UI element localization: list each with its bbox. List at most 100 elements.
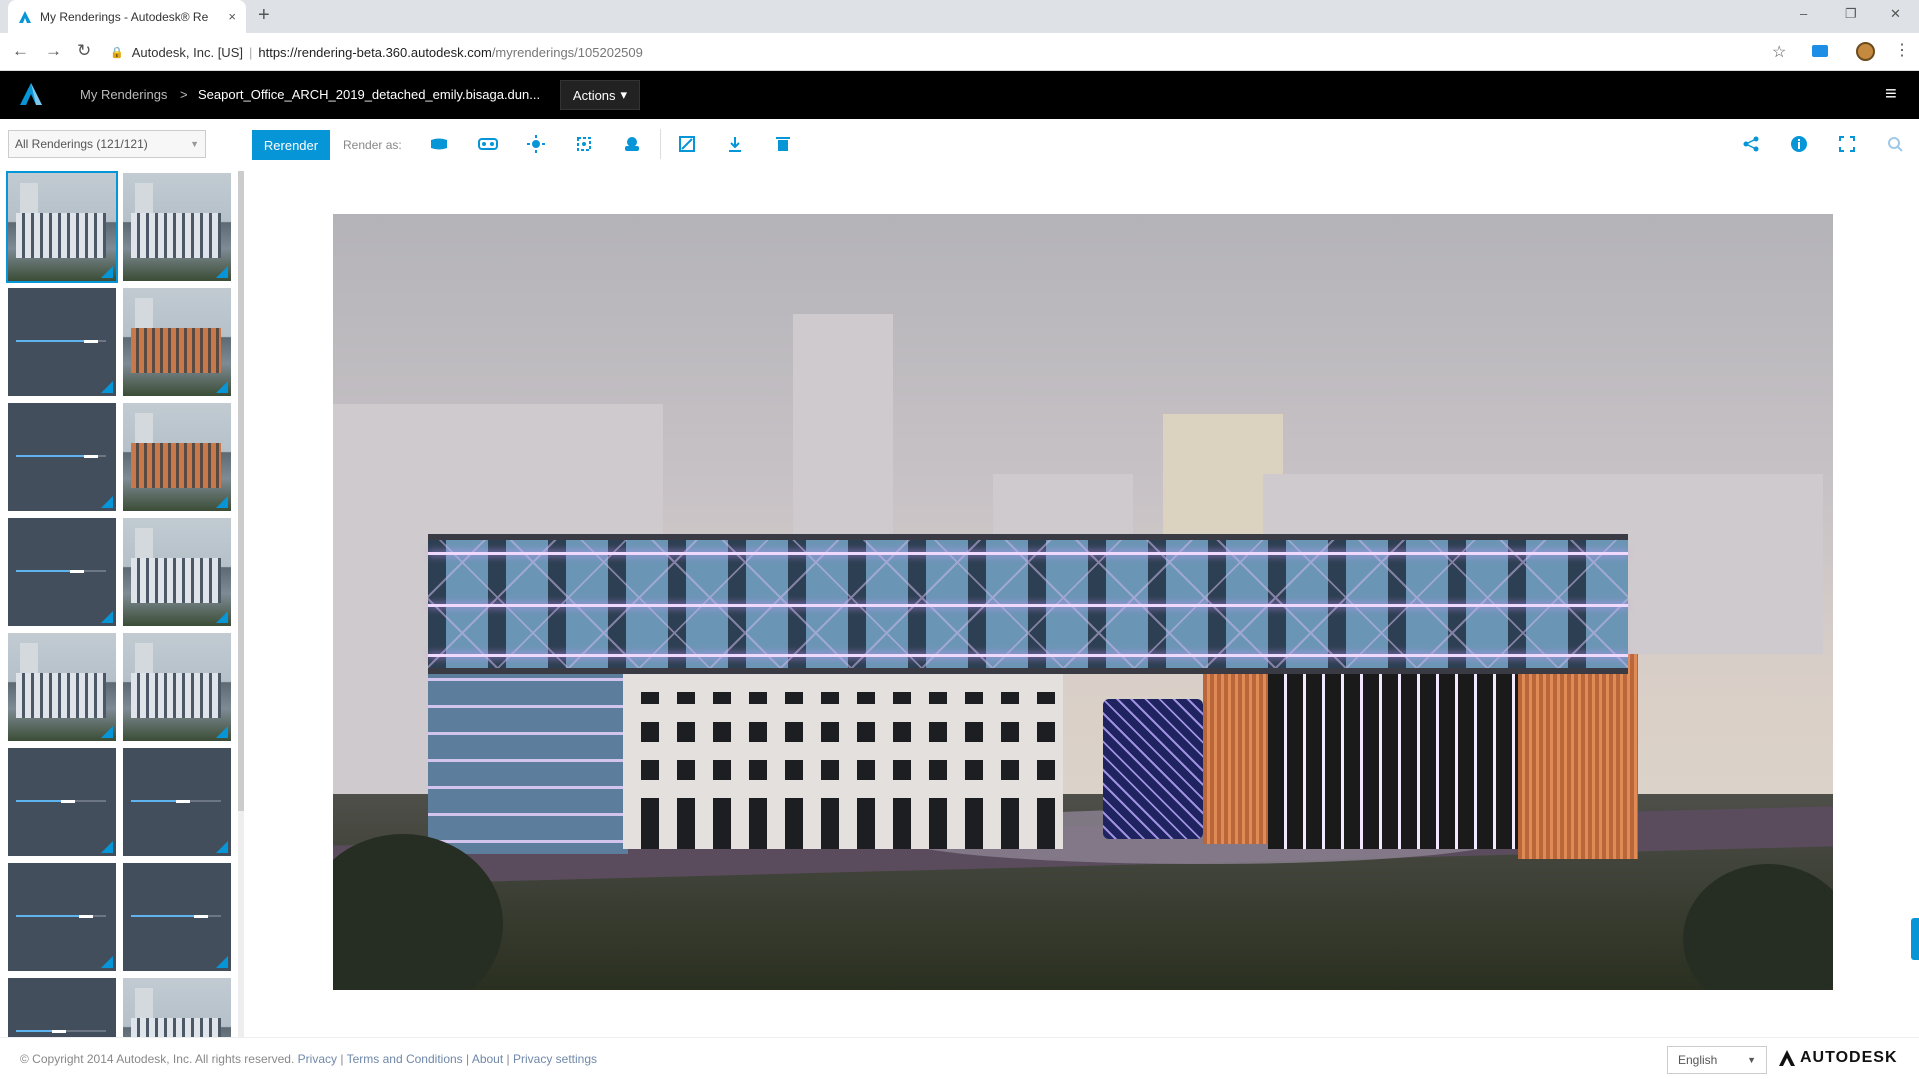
thumbnail-building	[131, 673, 221, 718]
rendering-image[interactable]	[333, 214, 1833, 990]
light-strip	[428, 604, 1628, 607]
breadcrumb-chevron-icon: >	[180, 87, 188, 102]
autodesk-logo-icon[interactable]	[18, 81, 44, 107]
rendering-thumbnail[interactable]	[8, 288, 116, 396]
copper-facade	[1203, 654, 1268, 844]
privacy-settings-link[interactable]: Privacy settings	[513, 1052, 597, 1066]
cloud-badge-icon	[216, 611, 228, 623]
delete-icon[interactable]	[771, 132, 795, 156]
tab-close-icon[interactable]: ×	[228, 9, 236, 24]
render-progress-bar	[16, 1030, 106, 1033]
region-render-icon[interactable]	[572, 132, 596, 156]
autodesk-favicon-icon	[19, 10, 31, 23]
autodesk-brand[interactable]: AUTODESK	[1778, 1049, 1898, 1067]
app-header: My Renderings > Seaport_Office_ARCH_2019…	[0, 71, 1919, 119]
actions-label: Actions	[572, 87, 616, 103]
rendering-thumbnail[interactable]	[8, 518, 116, 626]
feedback-tab[interactable]	[1911, 918, 1919, 960]
glass-wing	[428, 654, 628, 854]
browser-tab[interactable]: My Renderings - Autodesk® Re ×	[8, 0, 246, 33]
download-icon[interactable]	[723, 132, 747, 156]
caret-down-icon: ▾	[620, 87, 628, 102]
cloud-render-icon[interactable]	[620, 132, 644, 156]
thumbnail-tower	[135, 643, 153, 675]
browser-menu-icon[interactable]: ⋮	[1894, 40, 1910, 60]
forward-button[interactable]: →	[45, 41, 62, 61]
next-rendering-button[interactable]: ›	[1855, 571, 1919, 635]
page-footer: © Copyright 2014 Autodesk, Inc. All righ…	[0, 1037, 1919, 1079]
rendering-thumbnail[interactable]	[123, 173, 231, 281]
share-icon[interactable]	[1739, 132, 1763, 156]
thumbnail-panel	[0, 171, 244, 1037]
render-progress-bar	[131, 800, 221, 803]
breadcrumb-my-renderings[interactable]: My Renderings	[80, 87, 167, 102]
rendering-thumbnail[interactable]	[8, 403, 116, 511]
render-progress-bar	[16, 455, 106, 458]
rendering-thumbnail[interactable]	[123, 518, 231, 626]
caret-down-icon: ▼	[190, 139, 199, 149]
window-close-button[interactable]: ✕	[1890, 6, 1901, 22]
rendering-thumbnail[interactable]	[123, 863, 231, 971]
cloud-badge-icon	[101, 611, 113, 623]
about-link[interactable]: About	[472, 1052, 503, 1066]
rerender-button[interactable]: Rerender	[252, 130, 330, 160]
cloud-badge-icon	[101, 496, 113, 508]
zoom-icon[interactable]	[1883, 132, 1907, 156]
cloud-badge-icon	[101, 381, 113, 393]
profile-avatar[interactable]	[1856, 42, 1875, 61]
browser-tabstrip: My Renderings - Autodesk® Re × + – ❐ ✕	[0, 0, 1919, 33]
render-as-label: Render as:	[343, 138, 402, 152]
thumbnail-tower	[135, 298, 153, 330]
footer-links: © Copyright 2014 Autodesk, Inc. All righ…	[20, 1052, 597, 1066]
rendering-thumbnail[interactable]	[123, 633, 231, 741]
adjust-exposure-icon[interactable]	[675, 132, 699, 156]
terms-link[interactable]: Terms and Conditions	[347, 1052, 463, 1066]
rendering-thumbnail[interactable]	[6, 171, 118, 283]
rendering-thumbnail[interactable]	[123, 288, 231, 396]
footer-separator: |	[340, 1052, 344, 1066]
reload-button[interactable]: ↻	[77, 41, 91, 61]
rendering-thumbnail[interactable]	[8, 633, 116, 741]
info-icon[interactable]	[1787, 132, 1811, 156]
minimize-button[interactable]: –	[1800, 6, 1807, 21]
cloud-badge-icon	[101, 726, 113, 738]
extension-icon[interactable]	[1812, 45, 1828, 57]
renderings-filter-select[interactable]: All Renderings (121/121) ▼	[8, 130, 206, 158]
rendering-thumbnail[interactable]	[8, 978, 116, 1037]
rendering-thumbnail[interactable]	[123, 978, 231, 1037]
cloud-badge-icon	[216, 956, 228, 968]
restore-button[interactable]: ❐	[1845, 6, 1857, 22]
language-select[interactable]: English ▼	[1667, 1046, 1767, 1074]
fullscreen-icon[interactable]	[1835, 132, 1859, 156]
new-tab-button[interactable]: +	[258, 4, 270, 27]
rendering-thumbnail[interactable]	[8, 863, 116, 971]
glass-cylinder	[1103, 699, 1203, 839]
thumbnail-building	[16, 673, 106, 718]
illuminance-icon[interactable]	[524, 132, 548, 156]
facade-band	[623, 742, 1063, 760]
facade-band	[623, 704, 1063, 722]
rendering-toolbar: All Renderings (121/121) ▼ Rerender Rend…	[0, 119, 1919, 171]
thumbnail-tower	[20, 183, 38, 215]
back-button[interactable]: ←	[12, 41, 29, 61]
thumbnail-tower	[135, 528, 153, 560]
footer-separator: |	[466, 1052, 470, 1066]
hamburger-menu-icon[interactable]: ≡	[1885, 83, 1897, 106]
privacy-link[interactable]: Privacy	[298, 1052, 337, 1066]
render-progress-bar	[16, 340, 106, 343]
cloud-badge-icon	[216, 381, 228, 393]
address-bar[interactable]: 🔒 Autodesk, Inc. [US] | https://renderin…	[110, 38, 1810, 66]
tab-title: My Renderings - Autodesk® Re	[40, 9, 209, 24]
copper-facade	[1518, 654, 1638, 859]
breadcrumb-current-file: Seaport_Office_ARCH_2019_detached_emily.…	[198, 87, 541, 102]
panorama-icon[interactable]	[427, 132, 451, 156]
url-separator: |	[248, 44, 253, 60]
url-path: /myrenderings/105202509	[491, 44, 643, 60]
rendering-thumbnail[interactable]	[8, 748, 116, 856]
stereo-icon[interactable]	[476, 132, 500, 156]
rendering-thumbnail[interactable]	[123, 748, 231, 856]
background-tower	[793, 314, 893, 544]
bookmark-star-icon[interactable]: ☆	[1772, 42, 1786, 62]
actions-dropdown[interactable]: Actions ▾	[560, 80, 640, 110]
rendering-thumbnail[interactable]	[123, 403, 231, 511]
